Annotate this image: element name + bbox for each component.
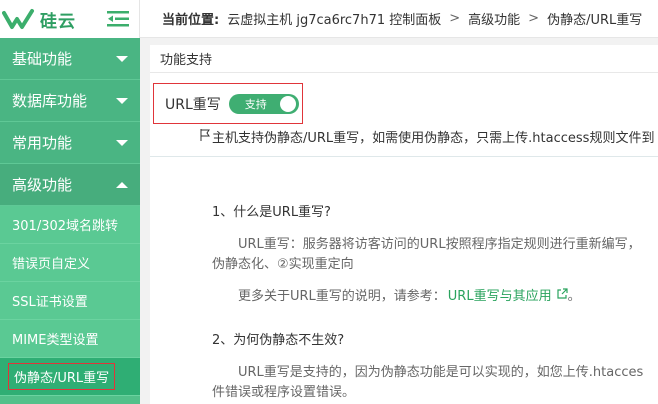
sidebar-item-common[interactable]: 常用功能	[0, 122, 140, 164]
sidebar-item-label: 基础功能	[12, 50, 73, 68]
submenu-item-url-rewrite[interactable]: 伪静态/URL重写	[0, 358, 140, 396]
submenu-item-redirect[interactable]: 301/302域名跳转	[0, 206, 140, 244]
submenu-item-error-page[interactable]: 错误页自定义	[0, 244, 140, 282]
breadcrumb-label: 当前位置:	[162, 13, 220, 28]
sidebar: 硅云 基础功能 数据库功能 常用功能 高级功能 301/302域名跳转 错误页自…	[0, 0, 140, 404]
submenu-item-mime[interactable]: MIME类型设置	[0, 320, 140, 358]
sidebar-item-label: 高级功能	[12, 176, 73, 194]
sidebar-menu: 基础功能 数据库功能 常用功能 高级功能	[0, 38, 140, 206]
divider	[150, 156, 658, 157]
breadcrumb-separator: >	[528, 11, 540, 26]
app-window: 硅云 基础功能 数据库功能 常用功能 高级功能 301/302域名跳转 错误页自…	[0, 0, 658, 404]
more-info-suffix: 。	[567, 289, 581, 304]
sidebar-item-label: 数据库功能	[12, 92, 88, 110]
caret-down-icon	[116, 55, 128, 62]
faq-answer-2-line-1: URL重写是支持的，因为伪静态功能是可以实现的，如您上传.htacces	[238, 365, 644, 380]
collapse-menu-icon[interactable]	[107, 10, 129, 28]
submenu-item-label: 伪静态/URL重写	[7, 363, 116, 390]
faq-question-1: 1、什么是URL重写?	[212, 205, 331, 220]
more-info: 更多关于URL重写的说明，请参考： URL重写与其应用 。	[238, 287, 658, 307]
feature-label: URL重写	[165, 96, 221, 113]
feature-panel: 功能支持 URL重写 支持 主机支持伪静态/URL重写，如需使用伪静态，只需上传…	[150, 45, 658, 404]
breadcrumb-item-current: 伪静态/URL重写	[547, 13, 643, 28]
logo-bar: 硅云	[0, 0, 140, 38]
external-link-icon[interactable]	[556, 287, 568, 307]
faq-answer-2-line-2: 件错误或程序设置错误。	[212, 385, 356, 400]
faq-answer-1-line-2: 伪静态化、②实现重定向	[212, 257, 354, 272]
submenu-item-label: MIME类型设置	[12, 333, 99, 348]
submenu-item-label: SSL证书设置	[12, 295, 88, 310]
sidebar-item-label: 常用功能	[12, 134, 73, 152]
breadcrumb-item-advanced[interactable]: 高级功能	[468, 9, 520, 28]
breadcrumb-item-host[interactable]: 云虚拟主机 jg7ca6rc7h71 控制面板	[227, 9, 441, 28]
submenu-item-label: 错误页自定义	[12, 257, 91, 272]
support-note-text: 主机支持伪静态/URL重写，如需使用伪静态，只需上传.htaccess规则文件到	[212, 131, 655, 146]
url-rewrite-feature: URL重写 支持	[153, 83, 303, 124]
logo-text: 硅云	[40, 11, 76, 32]
submenu-item-ssl[interactable]: SSL证书设置	[0, 282, 140, 320]
sidebar-item-database[interactable]: 数据库功能	[0, 80, 140, 122]
breadcrumb: 当前位置: 云虚拟主机 jg7ca6rc7h71 控制面板 > 高级功能 > 伪…	[140, 0, 658, 38]
caret-up-icon	[116, 181, 128, 188]
sidebar-item-advanced[interactable]: 高级功能	[0, 164, 140, 206]
breadcrumb-separator: >	[449, 11, 461, 26]
caret-down-icon	[116, 139, 128, 146]
caret-down-icon	[116, 97, 128, 104]
flag-icon	[200, 128, 210, 145]
faq-section: 1、什么是URL重写? URL重写：服务器将访客访问的URL按照程序指定规则进行…	[212, 203, 658, 403]
panel-title: 功能支持	[150, 45, 658, 73]
support-note: 主机支持伪静态/URL重写，如需使用伪静态，只需上传.htaccess规则文件到	[200, 127, 654, 146]
toggle-knob	[279, 95, 296, 112]
logo-icon	[2, 7, 36, 31]
faq-question-2: 2、为何伪静态不生效?	[212, 333, 345, 348]
url-rewrite-doc-link[interactable]: URL重写与其应用	[448, 287, 552, 307]
more-info-prefix: 更多关于URL重写的说明，请参考：	[238, 289, 446, 304]
faq-answer-1-line-1: URL重写：服务器将访客访问的URL按照程序指定规则进行重新编写，	[238, 237, 641, 252]
toggle-text: 支持	[244, 97, 267, 111]
url-rewrite-toggle[interactable]: 支持	[228, 93, 299, 114]
submenu-item-label: 301/302域名跳转	[12, 219, 119, 234]
main-content: 当前位置: 云虚拟主机 jg7ca6rc7h71 控制面板 > 高级功能 > 伪…	[140, 0, 658, 404]
sidebar-item-basic[interactable]: 基础功能	[0, 38, 140, 80]
advanced-submenu: 301/302域名跳转 错误页自定义 SSL证书设置 MIME类型设置 伪静态/…	[0, 206, 140, 396]
